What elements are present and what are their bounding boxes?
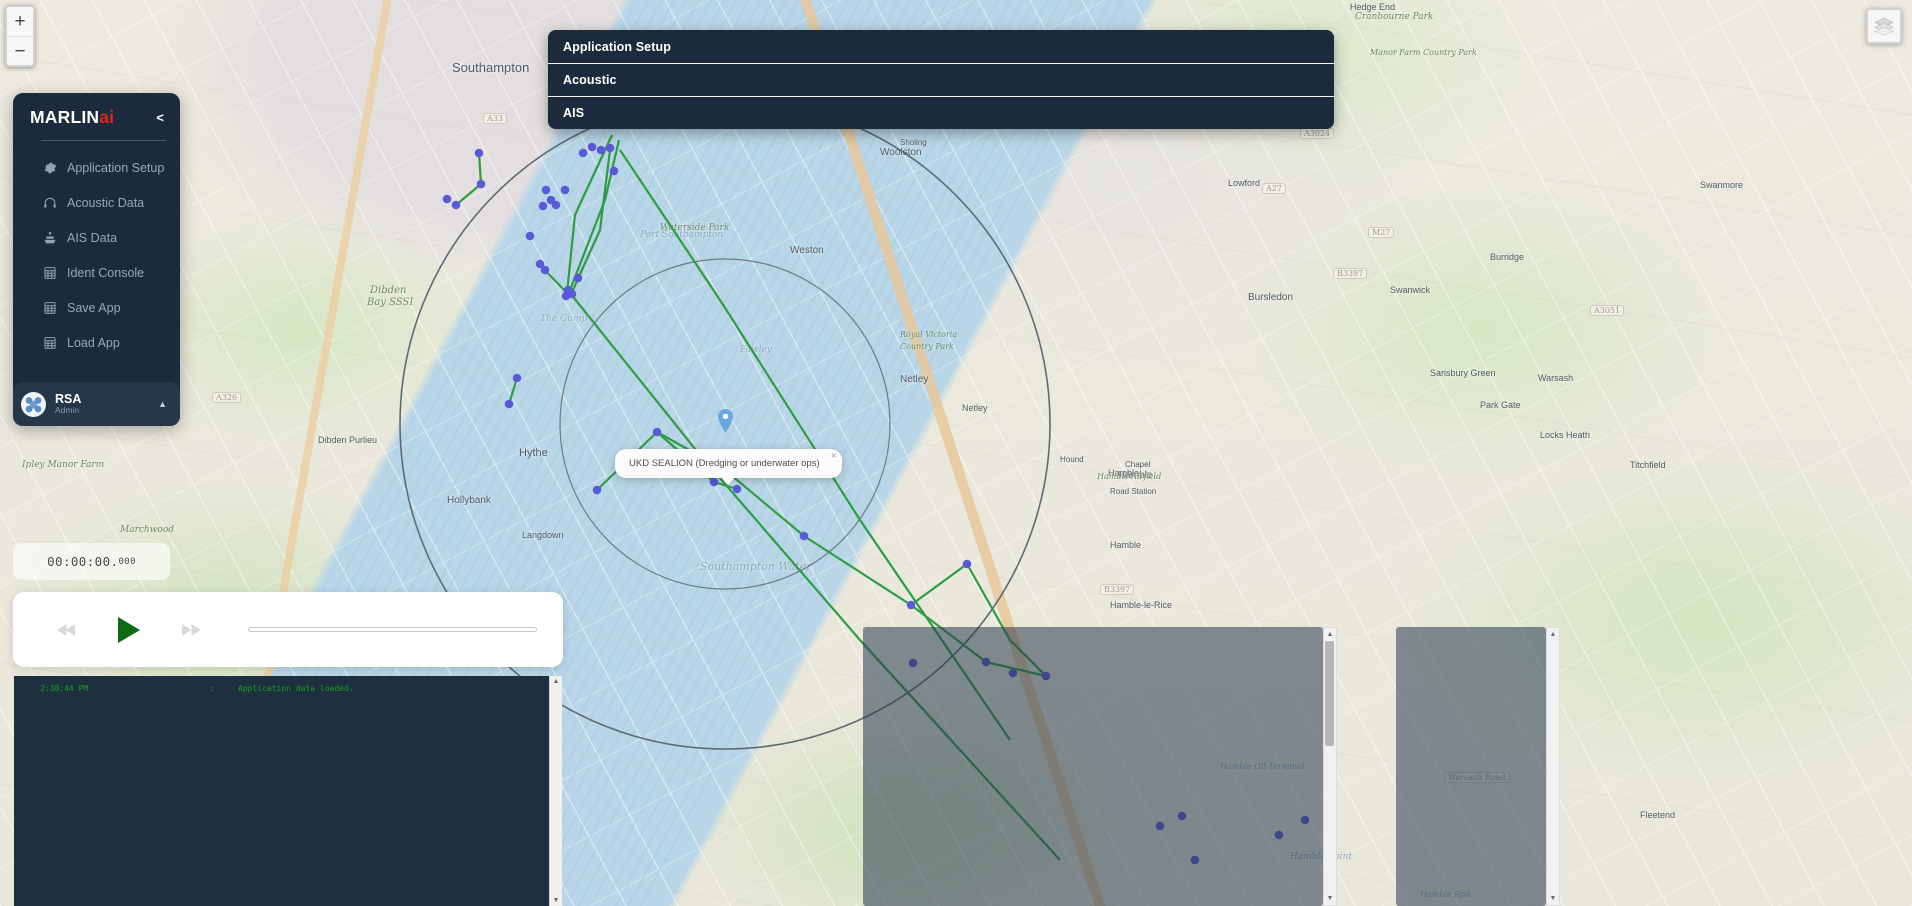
scroll-up-icon[interactable]: ▲	[553, 678, 560, 685]
scroll-down-icon[interactable]: ▼	[1550, 895, 1557, 902]
sidebar-item-label: Application Setup	[67, 160, 165, 175]
log-console: 2:38:44 PM : Application data loaded.	[14, 676, 562, 906]
user-role: Admin	[55, 405, 80, 416]
console-scrollbar[interactable]: ▲ ▼	[549, 676, 562, 906]
top-menu-label: AIS	[563, 106, 585, 120]
sidebar-item-acoustic-data[interactable]: Acoustic Data	[13, 185, 180, 220]
log-row: 2:38:44 PM : Application data loaded.	[14, 683, 562, 696]
console-grid-icon	[42, 265, 57, 280]
user-meta: RSA Admin	[55, 392, 149, 416]
map-zoom-control[interactable]: + −	[5, 5, 35, 67]
headphones-icon	[42, 195, 57, 210]
top-menu-label: Application Setup	[563, 39, 671, 54]
sidebar-item-label: Acoustic Data	[67, 195, 145, 210]
scrollbar-thumb[interactable]	[1325, 641, 1334, 746]
sidebar: MARLINai < Application Setup Acoustic Da…	[13, 93, 180, 426]
top-menu-item-acoustic[interactable]: Acoustic	[548, 63, 1334, 96]
play-button[interactable]	[99, 616, 157, 644]
sidebar-collapse-button[interactable]: <	[156, 111, 164, 124]
sidebar-item-save-app[interactable]: Save App	[13, 290, 180, 325]
overlay-data-panel[interactable]	[863, 627, 1323, 906]
console-grid-icon	[42, 335, 57, 350]
layers-icon	[1874, 17, 1894, 36]
timecode-display: 00:00:00. 000	[13, 543, 170, 580]
timecode-milliseconds: 000	[118, 556, 136, 567]
sidebar-header: MARLINai <	[13, 93, 180, 128]
map-layers-control[interactable]	[1866, 8, 1902, 44]
top-dropdown-menu[interactable]: Application Setup Acoustic AIS	[548, 30, 1334, 129]
app-logo: MARLINai	[30, 107, 114, 128]
avatar	[21, 391, 46, 417]
user-profile-button[interactable]: RSA Admin ▲	[13, 382, 180, 426]
sidebar-item-label: Load App	[67, 335, 120, 350]
scroll-up-icon[interactable]: ▲	[1327, 631, 1334, 638]
logo-main-text: MARLIN	[30, 107, 100, 127]
rewind-button[interactable]	[46, 623, 86, 637]
sidebar-item-label: AIS Data	[67, 230, 118, 245]
top-menu-item-ais[interactable]: AIS	[548, 96, 1334, 129]
top-menu-item-application-setup[interactable]: Application Setup	[548, 30, 1334, 63]
ship-icon	[42, 230, 57, 245]
console-grid-icon	[42, 300, 57, 315]
sidebar-item-label: Ident Console	[67, 265, 145, 280]
zoom-out-button[interactable]: −	[7, 36, 33, 65]
gear-icon	[42, 160, 57, 175]
rewind-icon	[56, 623, 75, 636]
sidebar-item-ais-data[interactable]: AIS Data	[13, 220, 180, 255]
playback-progress-slider[interactable]	[248, 627, 537, 632]
overlay-data-panel[interactable]	[1396, 627, 1546, 906]
scroll-up-icon[interactable]: ▲	[1550, 631, 1557, 638]
fast-forward-button[interactable]	[171, 623, 211, 637]
user-name: RSA	[55, 391, 82, 406]
play-icon	[117, 616, 140, 643]
playback-controls	[13, 592, 563, 667]
fast-forward-icon	[181, 623, 201, 636]
sidebar-item-label: Save App	[67, 300, 121, 315]
log-separator: :	[210, 684, 215, 693]
sidebar-item-ident-console[interactable]: Ident Console	[13, 255, 180, 290]
overlay-panel-scrollbar[interactable]: ▲ ▼	[1546, 627, 1560, 906]
timecode-value: 00:00:00.	[47, 554, 119, 569]
logo-accent-text: ai	[99, 107, 115, 127]
log-message: Application data loaded.	[238, 684, 354, 693]
zoom-in-button[interactable]: +	[7, 7, 33, 36]
top-menu-label: Acoustic	[563, 73, 617, 87]
app-root: Southampton Woolston Weston Netley Netley Hyt…	[0, 0, 1912, 906]
scroll-down-icon[interactable]: ▼	[1327, 895, 1334, 902]
sidebar-item-load-app[interactable]: Load App	[13, 325, 180, 360]
log-timestamp: 2:38:44 PM	[40, 684, 89, 693]
scroll-down-icon[interactable]: ▼	[553, 897, 560, 904]
sidebar-nav: Application Setup Acoustic Data AIS Data…	[13, 141, 180, 382]
sidebar-item-application-setup[interactable]: Application Setup	[13, 150, 180, 185]
chevron-up-icon[interactable]: ▲	[158, 399, 167, 409]
